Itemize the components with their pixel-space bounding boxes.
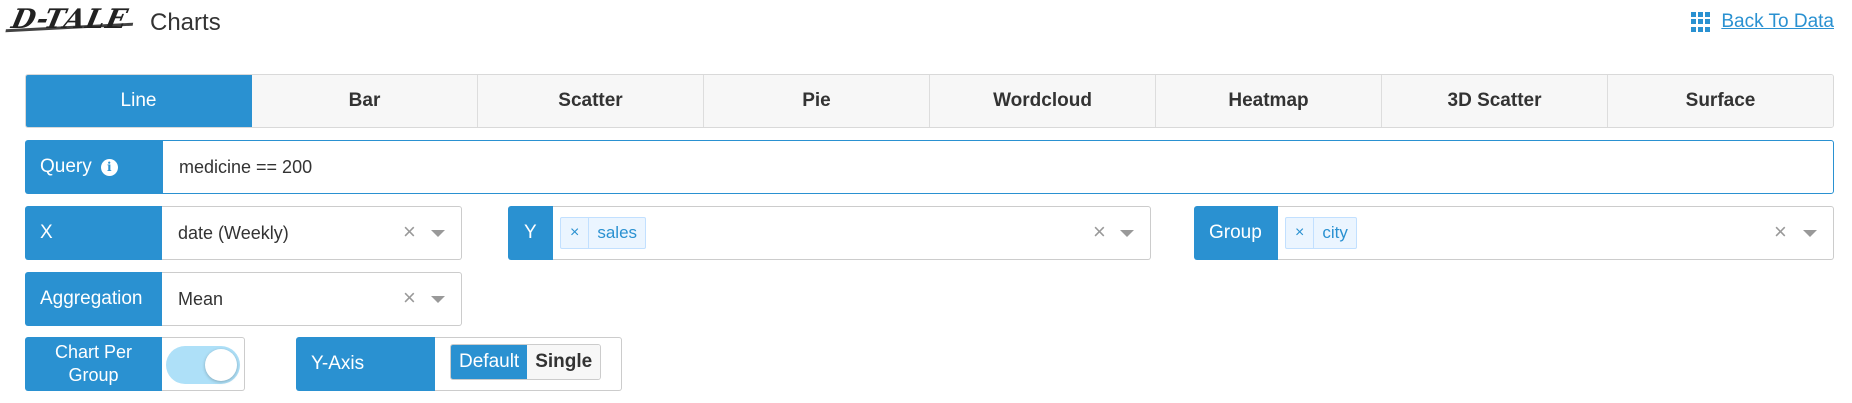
tab-pie[interactable]: Pie [704, 75, 930, 127]
chart-per-group-label: Chart Per Group [25, 337, 162, 391]
x-select[interactable]: date (Weekly) × [162, 206, 462, 260]
query-label: Query i [25, 140, 162, 194]
y-label: Y [508, 206, 553, 260]
tab-line[interactable]: Line [26, 75, 252, 127]
tab-heatmap[interactable]: Heatmap [1156, 75, 1382, 127]
y-chip-value: sales [597, 223, 638, 242]
aggregation-row: Aggregation Mean × [25, 272, 462, 326]
x-row: X date (Weekly) × [25, 206, 462, 260]
y-row: Y × sales × [508, 206, 1151, 260]
y-chip-sales: × sales [560, 217, 647, 249]
chart-type-tabs: Line Bar Scatter Pie Wordcloud Heatmap 3… [25, 74, 1834, 128]
tab-scatter[interactable]: Scatter [478, 75, 704, 127]
aggregation-value: Mean [178, 288, 224, 309]
chart-per-group-toggle[interactable] [166, 346, 240, 384]
info-icon[interactable]: i [100, 158, 118, 176]
tab-surface[interactable]: Surface [1608, 75, 1833, 127]
remove-chip-icon[interactable]: × [1286, 218, 1315, 248]
x-value: date (Weekly) [178, 222, 289, 243]
back-to-data-link[interactable]: Back To Data [1691, 11, 1834, 33]
y-axis-toggle-group: Default Single [450, 344, 602, 380]
query-input[interactable]: medicine == 200 [162, 140, 1834, 194]
grid-icon [1691, 12, 1711, 32]
group-clear-icon[interactable]: × [1774, 221, 1787, 243]
x-clear-icon[interactable]: × [403, 221, 416, 243]
remove-chip-icon[interactable]: × [561, 218, 590, 248]
page-title: Charts [150, 9, 221, 36]
query-row: Query i medicine == 200 [25, 140, 1834, 194]
y-chevron-down-icon[interactable] [1120, 230, 1134, 237]
y-axis-row: Y-Axis Default Single [296, 337, 622, 391]
group-chip-city: × city [1285, 217, 1357, 249]
tab-bar[interactable]: Bar [252, 75, 478, 127]
group-row: Group × city × [1194, 206, 1834, 260]
y-axis-label: Y-Axis [296, 337, 435, 391]
query-label-text: Query [40, 156, 92, 177]
group-select[interactable]: × city × [1278, 206, 1834, 260]
group-label: Group [1194, 206, 1278, 260]
aggregation-label: Aggregation [25, 272, 162, 326]
y-select[interactable]: × sales × [553, 206, 1151, 260]
y-clear-icon[interactable]: × [1093, 221, 1106, 243]
y-axis-default-button[interactable]: Default [451, 345, 528, 379]
aggregation-select[interactable]: Mean × [162, 272, 462, 326]
y-axis-field: Default Single [435, 337, 622, 391]
aggregation-chevron-down-icon[interactable] [431, 296, 445, 303]
header: D-TALE Charts Back To Data [0, 0, 1852, 50]
y-axis-single-button[interactable]: Single [527, 345, 601, 379]
aggregation-clear-icon[interactable]: × [403, 287, 416, 309]
chart-per-group-label-line1: Chart Per [54, 342, 133, 362]
chart-per-group-label-line2: Group [68, 365, 119, 385]
x-chevron-down-icon[interactable] [431, 230, 445, 237]
group-chip-value: city [1322, 223, 1348, 242]
query-value: medicine == 200 [179, 156, 313, 177]
dtale-logo: D-TALE [8, 4, 132, 35]
toggle-knob [205, 349, 237, 381]
back-to-data-label: Back To Data [1721, 11, 1834, 32]
x-label: X [25, 206, 162, 260]
tab-3d-scatter[interactable]: 3D Scatter [1382, 75, 1608, 127]
group-chevron-down-icon[interactable] [1803, 230, 1817, 237]
chart-per-group-field [162, 337, 245, 391]
chart-per-group-row: Chart Per Group [25, 337, 245, 391]
tab-wordcloud[interactable]: Wordcloud [930, 75, 1156, 127]
